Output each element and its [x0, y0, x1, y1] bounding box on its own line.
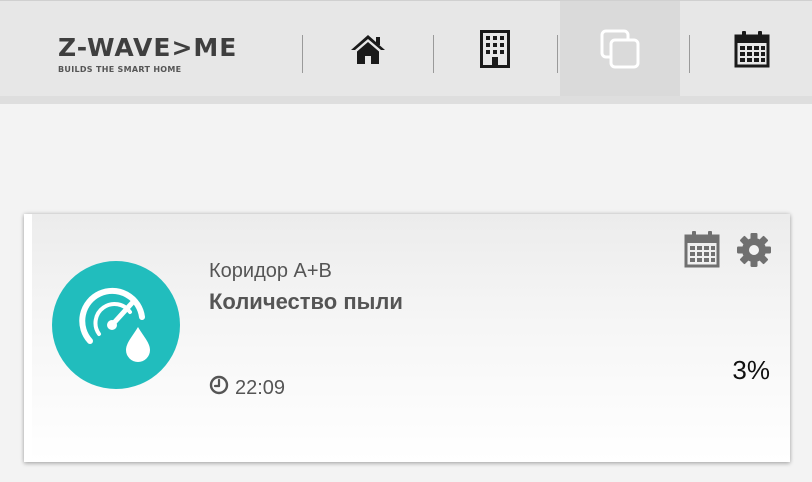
home-icon [350, 33, 386, 65]
sensor-widget-card: Коридор A+B Количество пыли 22:09 3% [24, 214, 790, 462]
widget-time-text: 22:09 [235, 376, 286, 399]
nav-separator [689, 35, 690, 73]
widget-settings-button[interactable] [736, 232, 772, 273]
widget-location: Коридор A+B [209, 260, 332, 282]
nav-home[interactable] [304, 1, 432, 97]
widget-title: Количество пыли [209, 289, 403, 314]
widget-value: 3% [732, 355, 770, 385]
widget-update-time: 22:09 [209, 375, 285, 401]
card-edge [24, 214, 32, 462]
clone-icon [599, 28, 641, 70]
calendar-icon [684, 231, 720, 272]
gear-icon [736, 233, 772, 272]
widget-history-button[interactable] [684, 230, 720, 273]
nav-events[interactable] [691, 1, 812, 97]
dust-sensor-icon [72, 279, 160, 372]
top-navigation-bar: Z-WAVE>ME BUILDS THE SMART HOME [0, 0, 812, 97]
nav-rooms[interactable] [434, 1, 556, 97]
nav-separator [302, 35, 303, 73]
zwave-me-logo[interactable]: Z-WAVE>ME BUILDS THE SMART HOME [58, 35, 258, 75]
calendar-icon [734, 30, 770, 68]
nav-separator [557, 35, 558, 73]
logo-text: Z-WAVE>ME [58, 33, 238, 62]
logo-tagline: BUILDS THE SMART HOME [58, 65, 182, 74]
clock-icon [209, 375, 235, 401]
building-icon [480, 30, 510, 68]
nav-elements[interactable] [560, 1, 680, 97]
widget-icon-circle[interactable] [52, 261, 180, 389]
topbar-shadow [0, 96, 812, 104]
